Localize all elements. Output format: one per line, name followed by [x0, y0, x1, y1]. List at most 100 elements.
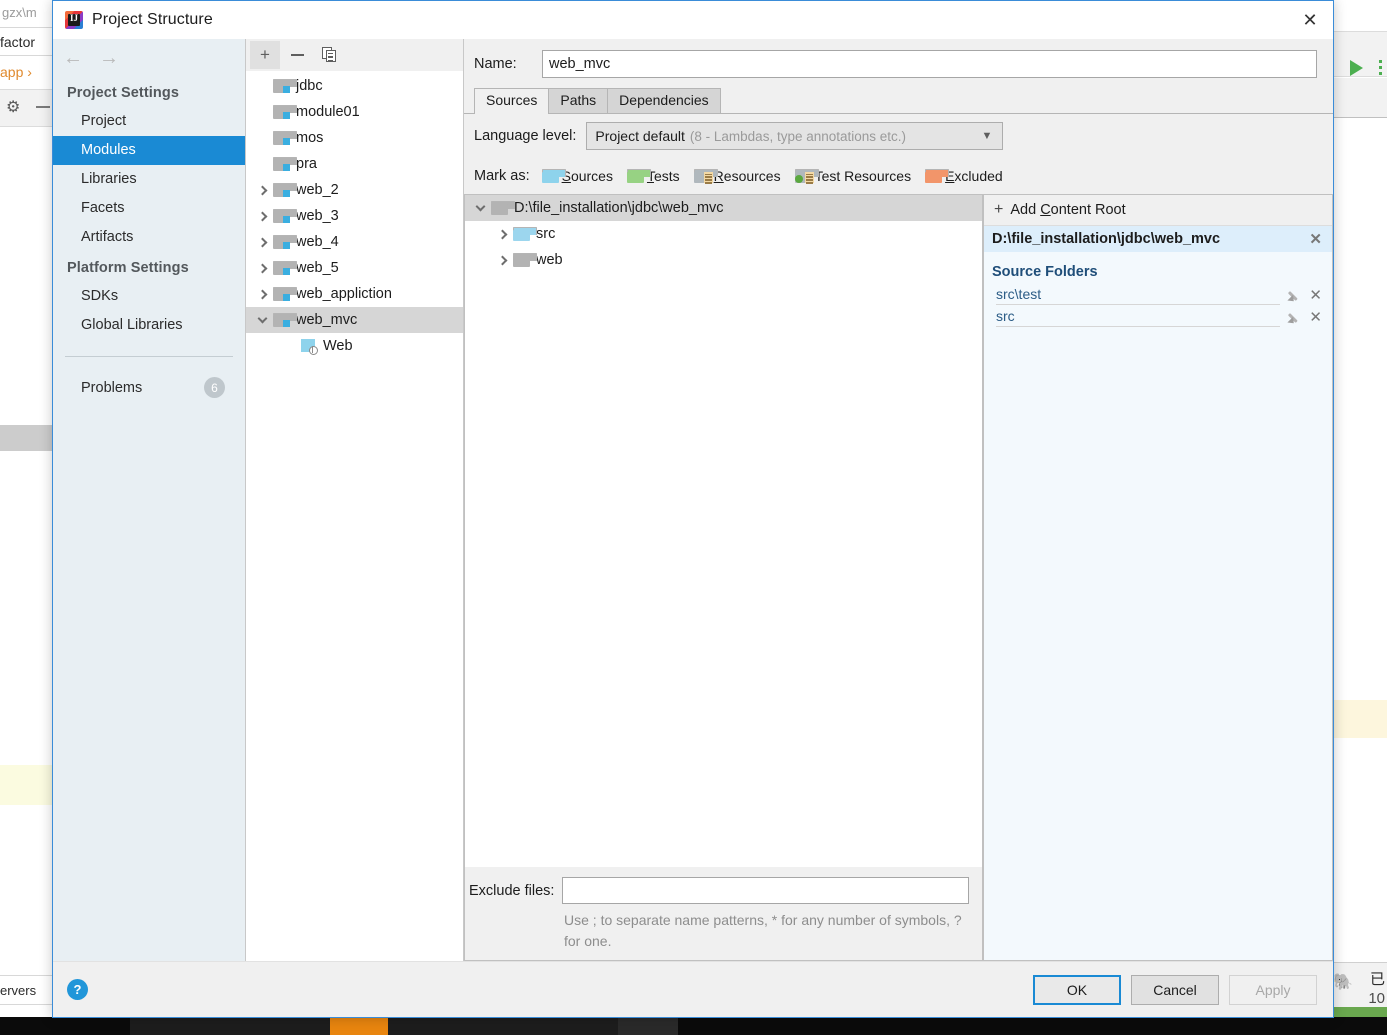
excluded-folder-icon — [925, 169, 950, 183]
background-left-strip: gzx\m factor app › ⚙ ervers — [0, 0, 52, 1035]
module-tree-row-web2[interactable]: web_2 — [246, 177, 463, 203]
remove-source-folder-icon[interactable]: ✕ — [1309, 286, 1322, 304]
sidebar-section-project-settings: Project Settings — [67, 85, 179, 101]
module-tree-row-web5[interactable]: web_5 — [246, 255, 463, 281]
background-right-band — [1334, 78, 1387, 118]
mark-as-tests-label: Tests — [647, 168, 680, 184]
module-folder-icon — [273, 183, 297, 197]
pencil-icon[interactable] — [1287, 289, 1301, 304]
sidebar-item-modules[interactable]: Modules — [53, 136, 245, 165]
sidebar-item-project[interactable]: Project — [53, 107, 245, 136]
module-tree-row-web4[interactable]: web_4 — [246, 229, 463, 255]
tab-sources[interactable]: Sources — [474, 88, 550, 114]
gear-icon[interactable]: ⚙ — [6, 99, 23, 116]
language-level-value: Project default — [595, 128, 685, 144]
mark-as-test-resources-button[interactable]: Test Resources — [794, 168, 912, 184]
sidebar-item-libraries[interactable]: Libraries — [53, 165, 245, 194]
exclude-files-label: Exclude files: — [469, 882, 555, 899]
content-roots-pane: D:\file_installation\jdbc\web_mvc src we… — [464, 194, 983, 961]
sidebar-item-sdks[interactable]: SDKs — [53, 282, 245, 311]
module-name-input[interactable] — [542, 50, 1317, 78]
module-tree-label: web_3 — [296, 208, 339, 224]
background-green-bar — [1334, 1007, 1387, 1017]
modules-tree[interactable]: jdbc module01 mos pra web_2 web_3 web_4 … — [246, 71, 463, 961]
module-tree-row-web-mvc[interactable]: web_mvc — [246, 307, 463, 333]
tree-twisty-collapsed-icon[interactable] — [491, 229, 513, 239]
sidebar-item-global-libraries[interactable]: Global Libraries — [53, 311, 245, 340]
tree-twisty-collapsed-icon[interactable] — [251, 263, 273, 273]
sidebar-section-platform-settings: Platform Settings — [67, 260, 189, 276]
tree-twisty-expanded-icon[interactable] — [469, 201, 491, 211]
content-root-child-src[interactable]: src — [465, 221, 982, 247]
module-tree-row-web-appliction[interactable]: web_appliction — [246, 281, 463, 307]
navigation-arrows: ← → — [53, 39, 245, 77]
background-yellow-band — [0, 765, 52, 805]
module-tree-row-jdbc[interactable]: jdbc — [246, 73, 463, 99]
name-label: Name: — [474, 56, 517, 72]
module-folder-icon — [273, 105, 297, 119]
tab-dependencies[interactable]: Dependencies — [607, 88, 721, 113]
module-detail-panel: Name: Sources Paths Dependencies Languag… — [464, 39, 1333, 961]
help-button[interactable]: ? — [67, 979, 88, 1000]
mark-as-excluded-button[interactable]: Excluded — [925, 168, 1003, 184]
sidebar-item-facets[interactable]: Facets — [53, 194, 245, 223]
module-folder-icon — [273, 313, 297, 327]
mark-as-test-resources-label: Test Resources — [814, 168, 912, 184]
mark-as-tests-button[interactable]: Tests — [626, 168, 680, 184]
module-tree-label: web_mvc — [296, 312, 358, 328]
pencil-icon[interactable] — [1287, 311, 1301, 326]
web-facet-icon — [300, 338, 318, 355]
taskbar-segment — [130, 1017, 330, 1035]
module-tree-row-pra[interactable]: pra — [246, 151, 463, 177]
cancel-button[interactable]: Cancel — [1131, 974, 1219, 1005]
forward-arrow-icon[interactable]: → — [99, 48, 119, 68]
add-module-button[interactable]: + — [250, 40, 280, 69]
more-actions-icon[interactable] — [1379, 60, 1383, 76]
remove-content-root-icon[interactable]: ✕ — [1309, 230, 1322, 248]
dialog-body: ← → Project Settings Project Modules Lib… — [53, 39, 1333, 961]
exclude-files-input[interactable] — [562, 877, 970, 904]
tab-paths[interactable]: Paths — [548, 88, 609, 113]
apply-button[interactable]: Apply — [1229, 974, 1317, 1005]
settings-sidebar: ← → Project Settings Project Modules Lib… — [53, 39, 246, 961]
content-roots-tree[interactable]: D:\file_installation\jdbc\web_mvc src we… — [465, 195, 982, 867]
copy-module-button[interactable] — [314, 41, 344, 69]
gray-folder-icon — [491, 201, 515, 215]
content-root-child-web[interactable]: web — [465, 247, 982, 273]
mark-as-resources-button[interactable]: Resources — [693, 168, 781, 184]
tree-twisty-collapsed-icon[interactable] — [251, 237, 273, 247]
content-root-row[interactable]: D:\file_installation\jdbc\web_mvc — [465, 195, 982, 221]
sidebar-item-problems[interactable]: Problems 6 — [53, 373, 245, 402]
taskbar-active-segment — [330, 1017, 388, 1035]
sidebar-item-artifacts[interactable]: Artifacts — [53, 223, 245, 252]
close-icon[interactable]: ✕ — [1287, 1, 1333, 39]
tree-twisty-expanded-icon[interactable] — [251, 313, 273, 323]
run-triangle-icon[interactable] — [1350, 60, 1363, 76]
module-tree-row-web-facet[interactable]: Web — [246, 333, 463, 359]
remove-module-button[interactable] — [282, 41, 312, 69]
ok-button[interactable]: OK — [1033, 974, 1121, 1005]
module-tree-row-module01[interactable]: module01 — [246, 99, 463, 125]
tree-twisty-collapsed-icon[interactable] — [251, 185, 273, 195]
source-folder-row-src[interactable]: src ✕ — [984, 306, 1332, 328]
tree-twisty-collapsed-icon[interactable] — [251, 289, 273, 299]
source-folder-row-src-test[interactable]: src\test ✕ — [984, 284, 1332, 306]
module-tree-row-web3[interactable]: web_3 — [246, 203, 463, 229]
mark-as-sources-label: Sources — [561, 168, 613, 184]
tree-twisty-collapsed-icon[interactable] — [251, 211, 273, 221]
module-tree-label: Web — [323, 338, 353, 354]
module-tree-label: web_appliction — [296, 286, 392, 302]
tree-twisty-collapsed-icon[interactable] — [491, 255, 513, 265]
back-arrow-icon[interactable]: ← — [63, 48, 83, 68]
mark-as-sources-button[interactable]: Sources — [541, 168, 613, 184]
background-right-top — [1334, 0, 1387, 30]
language-level-label: Language level: — [474, 128, 577, 144]
remove-source-folder-icon[interactable]: ✕ — [1309, 308, 1322, 326]
language-level-select[interactable]: Project default (8 - Lambdas, type annot… — [586, 122, 1004, 150]
minus-icon[interactable] — [36, 106, 50, 108]
module-tree-label: web_4 — [296, 234, 339, 250]
module-folder-icon — [273, 235, 297, 249]
add-content-root-button[interactable]: + Add Content Root — [984, 195, 1332, 226]
background-status-text-2: 10 — [1368, 990, 1385, 1007]
module-tree-row-mos[interactable]: mos — [246, 125, 463, 151]
